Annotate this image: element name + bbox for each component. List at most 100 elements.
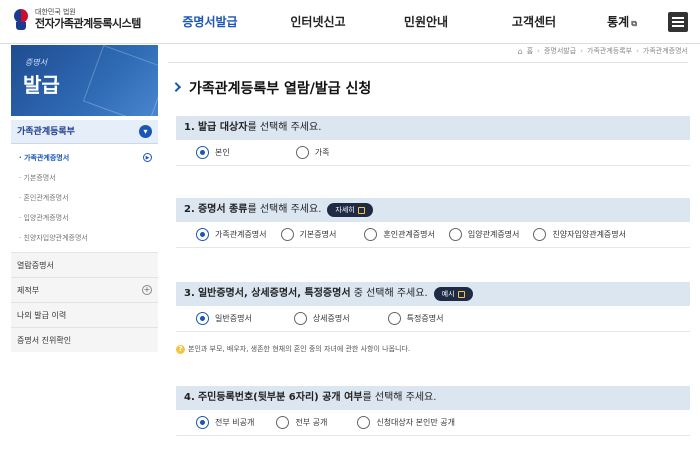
section-number: 3.	[184, 288, 195, 299]
radio-full-adoption[interactable]: 친양자입양관계증명서	[533, 228, 626, 241]
radio-all-public[interactable]: 전부 공개	[276, 416, 327, 429]
sidebar-sub-family-relation[interactable]: · 가족관계증명서 ▶	[19, 148, 158, 168]
radio-button[interactable]	[533, 228, 547, 241]
details-button-label: 자세히	[335, 206, 355, 214]
sidebar-item-verify[interactable]: 증명서 진위확인	[11, 327, 158, 352]
page-title-text: 가족관계등록부 열람/발급 신청	[189, 81, 372, 97]
example-button[interactable]: 예시	[433, 287, 473, 301]
sidebar-sub-adoption[interactable]: · 입양관계증명서	[19, 208, 158, 228]
radio-self[interactable]: 본인	[196, 146, 230, 159]
radio-self-public[interactable]: 신청대상자 본인만 공개	[357, 416, 455, 429]
nav-certificate[interactable]: 증명서발급	[160, 0, 260, 44]
banner-small-text: 증명서	[25, 58, 48, 67]
radio-button[interactable]	[276, 416, 290, 429]
section-target: 1. 발급 대상자를 선택해 주세요. 본인 가족	[176, 116, 690, 166]
sidebar: 가족관계등록부 ▾ · 가족관계증명서 ▶ · 기본증명서 · 혼인관계증명서 …	[11, 120, 158, 352]
radio-basic[interactable]: 기본증명서	[280, 228, 336, 241]
radio-button[interactable]	[295, 146, 309, 159]
banner-big-text: 발급	[23, 73, 60, 97]
nav-customer-center[interactable]: 고객센터	[476, 0, 592, 44]
plus-icon[interactable]: +	[142, 285, 152, 295]
nav-statistics[interactable]: 통계 ⧉	[592, 0, 652, 44]
radio-button[interactable]	[387, 312, 401, 325]
section-strong: 일반증명서, 상세증명서, 특정증명서	[197, 288, 351, 299]
radio-specific[interactable]: 특정증명서	[387, 312, 444, 325]
radio-group-certificate-type: 가족관계증명서 기본증명서 혼인관계증명서 입양관계증명서 친양자입양관계증명서	[176, 222, 690, 248]
sidebar-sub-full-adoption[interactable]: · 친양자입양관계증명서	[19, 228, 158, 248]
breadcrumb-item[interactable]: 홈	[527, 46, 533, 56]
sidebar-item-my-history[interactable]: 나의 발급 이력	[11, 302, 158, 327]
chevron-down-icon[interactable]: ▾	[139, 125, 152, 138]
breadcrumb-separator-icon: ›	[537, 47, 540, 55]
notice-text: 본인과 부모, 배우자, 생존한 현재의 혼인 중의 자녀에 관한 사항이 나옵…	[188, 345, 411, 353]
breadcrumb-item[interactable]: 증명서발급	[544, 46, 576, 56]
radio-button[interactable]	[280, 228, 294, 241]
breadcrumb-separator-icon: ›	[580, 47, 583, 55]
details-button[interactable]: 자세히	[327, 203, 373, 217]
radio-button[interactable]	[196, 416, 209, 429]
sidebar-item-removed-register[interactable]: 제적부 +	[11, 277, 158, 302]
sidebar-submenu: · 가족관계증명서 ▶ · 기본증명서 · 혼인관계증명서 · 입양관계증명서 …	[11, 144, 158, 252]
hamburger-icon[interactable]	[668, 12, 688, 32]
nav-statistics-label: 통계	[607, 15, 630, 29]
radio-button[interactable]	[448, 228, 462, 241]
section-strong: 증명서 종류	[197, 204, 248, 215]
section-rest: 를 선택해 주세요.	[247, 204, 322, 215]
breadcrumb-current: 가족관계증명서	[642, 47, 688, 55]
radio-label: 가족	[314, 148, 330, 157]
radio-all-private[interactable]: 전부 비공개	[196, 416, 254, 429]
home-icon[interactable]: ⌂	[518, 47, 523, 56]
section-strong: 발급 대상자	[197, 122, 248, 133]
question-icon: ?	[176, 344, 185, 354]
section-heading: 3. 일반증명서, 상세증명서, 특정증명서 중 선택해 주세요. 예시	[176, 282, 690, 306]
site-logo[interactable]: 대한민국 법원 전자가족관계등록시스템	[12, 8, 141, 31]
radio-label: 친양자입양관계증명서	[552, 230, 627, 239]
section-heading: 2. 증명서 종류를 선택해 주세요. 자세히	[176, 198, 690, 222]
radio-label: 입양관계증명서	[467, 230, 520, 239]
breadcrumb-item[interactable]: 가족관계등록부	[587, 46, 632, 56]
radio-general[interactable]: 일반증명서	[196, 312, 252, 325]
sidebar-item-label: 제적부	[17, 286, 40, 295]
radio-label: 가족관계증명서	[215, 230, 267, 239]
radio-detailed[interactable]: 상세증명서	[293, 312, 350, 325]
radio-button[interactable]	[196, 312, 209, 325]
section-number: 1.	[184, 122, 195, 133]
sidebar-sub-basic[interactable]: · 기본증명서	[19, 168, 158, 188]
nav-online-report[interactable]: 인터넷신고	[260, 0, 376, 44]
radio-group-certificate-detail: 일반증명서 상세증명서 특정증명서	[176, 306, 690, 332]
section-heading: 1. 발급 대상자를 선택해 주세요.	[176, 116, 690, 140]
radio-label: 신청대상자 본인만 공개	[376, 418, 456, 427]
sidebar-head-family-register[interactable]: 가족관계등록부 ▾	[11, 120, 158, 144]
sidebar-sub-label: · 가족관계증명서	[19, 154, 70, 162]
global-nav: 증명서발급 인터넷신고 민원안내 고객센터 통계 ⧉	[160, 0, 652, 44]
title-bullet-icon	[171, 81, 182, 92]
section-rest: 를 선택해 주세요.	[362, 392, 437, 403]
radio-button[interactable]	[196, 146, 209, 159]
page-title: 가족관계등록부 열람/발급 신청	[171, 78, 372, 98]
radio-label: 일반증명서	[215, 314, 252, 323]
radio-label: 상세증명서	[312, 314, 350, 323]
radio-button[interactable]	[196, 228, 209, 241]
radio-label: 특정증명서	[406, 314, 444, 323]
sidebar-sub-marriage[interactable]: · 혼인관계증명서	[19, 188, 158, 208]
radio-family-relation[interactable]: 가족관계증명서	[196, 228, 267, 241]
radio-button[interactable]	[357, 416, 371, 429]
top-header: 대한민국 법원 전자가족관계등록시스템 증명서발급 인터넷신고 민원안내 고객센…	[0, 0, 700, 44]
radio-group-resident-number: 전부 비공개 전부 공개 신청대상자 본인만 공개	[176, 410, 690, 436]
radio-label: 혼인관계증명서	[383, 230, 435, 239]
section-strong: 주민등록번호(뒷부분 6자리) 공개 여부	[197, 392, 363, 403]
breadcrumb: ⌂ 홈 › 증명서발급 › 가족관계등록부 › 가족관계증명서	[518, 46, 688, 56]
org-sub-label: 대한민국 법원	[35, 8, 76, 16]
section-resident-number: 4. 주민등록번호(뒷부분 6자리) 공개 여부를 선택해 주세요. 전부 비공…	[176, 386, 690, 436]
radio-family[interactable]: 가족	[295, 146, 330, 159]
radio-label: 전부 비공개	[215, 418, 255, 427]
radio-button[interactable]	[364, 228, 378, 241]
radio-adoption[interactable]: 입양관계증명서	[448, 228, 520, 241]
external-link-icon	[457, 290, 465, 298]
nav-civil-guide[interactable]: 민원안내	[376, 0, 476, 44]
court-emblem-icon	[12, 8, 30, 31]
radio-marriage[interactable]: 혼인관계증명서	[364, 228, 435, 241]
sidebar-item-view-certificate[interactable]: 열람증명서	[11, 252, 158, 277]
external-link-icon	[357, 206, 365, 214]
radio-button[interactable]	[293, 312, 307, 325]
